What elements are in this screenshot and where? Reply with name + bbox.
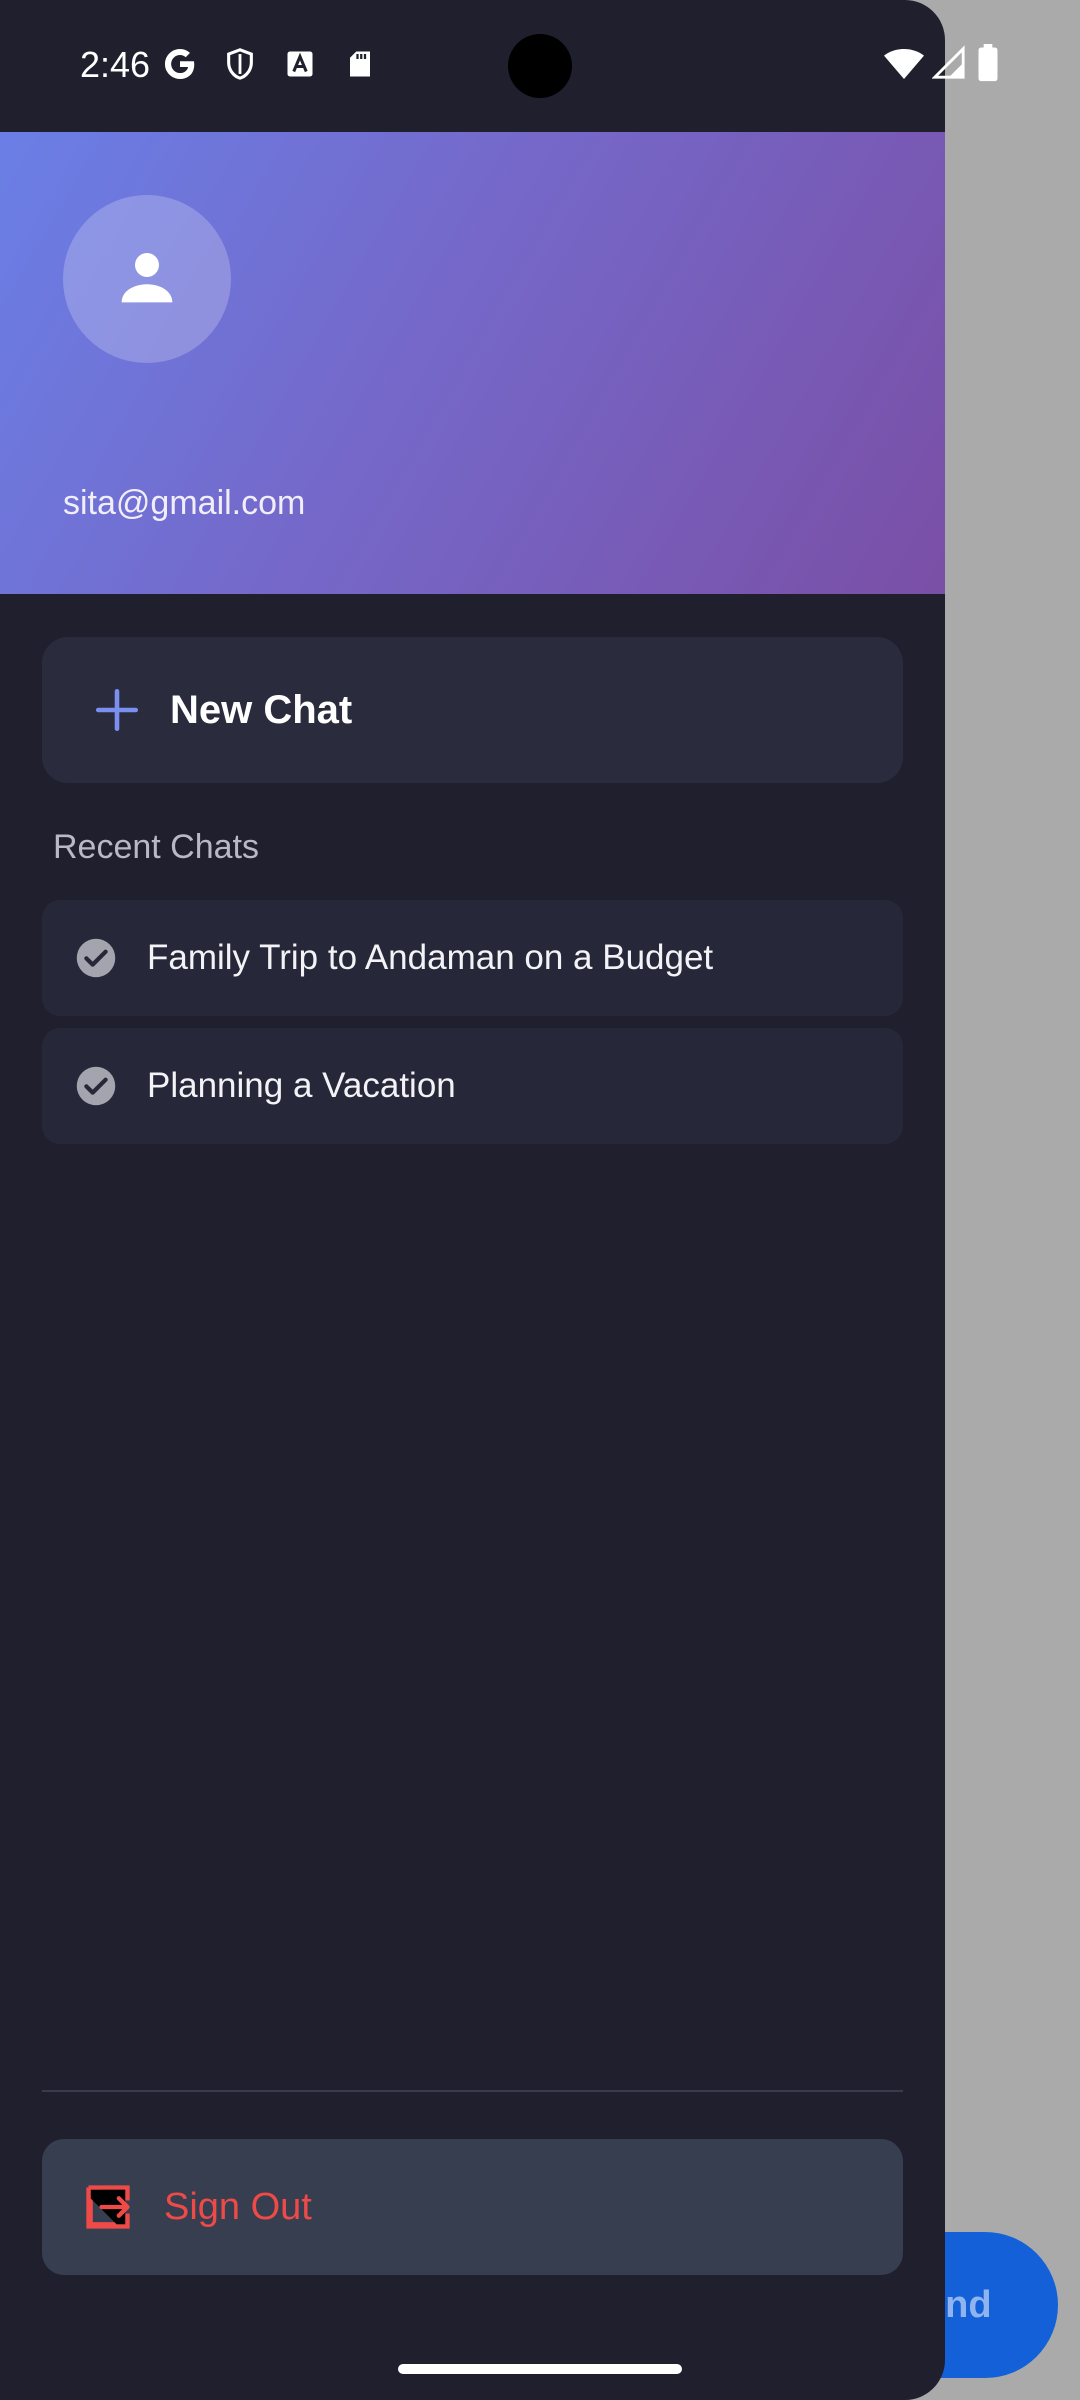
status-icons-right xyxy=(884,44,924,84)
wifi-icon xyxy=(884,44,924,84)
screen: end 2:46 sita@gmail.com New Chat Recent … xyxy=(0,0,1080,2400)
status-icons-overlay xyxy=(931,44,1000,87)
battery-icon xyxy=(976,44,1000,87)
plus-icon xyxy=(92,685,142,735)
status-icons-left xyxy=(160,44,380,84)
check-circle-icon xyxy=(75,937,117,979)
camera-cutout xyxy=(508,34,572,98)
status-time: 2:46 xyxy=(80,44,151,85)
list-item[interactable]: Planning a Vacation xyxy=(42,1028,903,1144)
recent-chats-list: Family Trip to Andaman on a Budget Plann… xyxy=(42,900,903,1156)
sign-out-icon xyxy=(82,2181,134,2233)
check-circle-icon xyxy=(75,1065,117,1107)
status-bar: 2:46 xyxy=(0,0,945,132)
google-icon xyxy=(160,44,200,84)
shield-icon xyxy=(220,44,260,84)
sd-card-icon xyxy=(340,44,380,84)
drawer-header: sita@gmail.com xyxy=(0,132,945,594)
list-item[interactable]: Family Trip to Andaman on a Budget xyxy=(42,900,903,1016)
new-chat-button[interactable]: New Chat xyxy=(42,637,903,783)
new-chat-label: New Chat xyxy=(170,687,353,732)
home-indicator[interactable] xyxy=(398,2364,682,2374)
user-email: sita@gmail.com xyxy=(63,484,306,522)
sign-out-label: Sign Out xyxy=(164,2185,312,2228)
avatar[interactable] xyxy=(63,195,231,363)
person-icon xyxy=(115,245,179,314)
chat-title: Planning a Vacation xyxy=(147,1066,456,1105)
font-a-icon xyxy=(280,44,320,84)
sign-out-button[interactable]: Sign Out xyxy=(42,2139,903,2275)
divider xyxy=(42,2090,903,2092)
chat-title: Family Trip to Andaman on a Budget xyxy=(147,938,714,977)
signal-icon xyxy=(931,45,966,86)
recent-chats-heading: Recent Chats xyxy=(53,828,259,866)
navigation-drawer: 2:46 sita@gmail.com New Chat Recent Chat… xyxy=(0,0,945,2400)
